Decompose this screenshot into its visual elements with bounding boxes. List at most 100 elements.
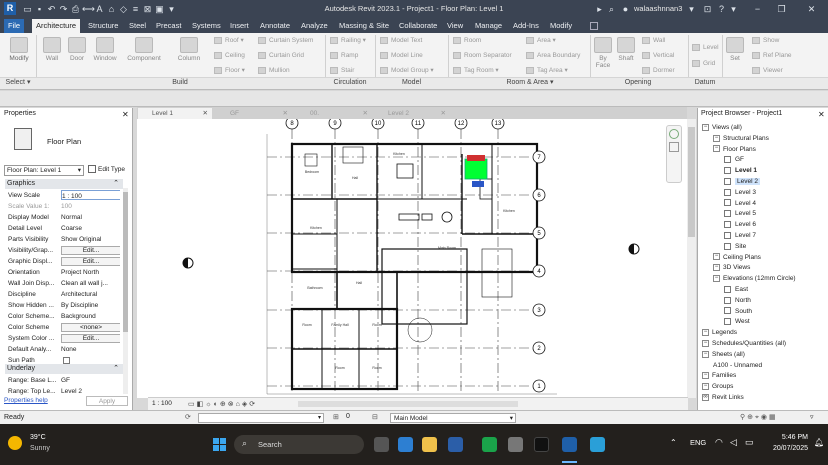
prop-value[interactable]: Edit...: [61, 246, 120, 255]
prop-value[interactable]: Edit...: [61, 334, 120, 343]
area-button[interactable]: Area ▾: [526, 36, 556, 46]
shaft-button[interactable]: Shaft: [615, 37, 637, 62]
prop-value[interactable]: 100: [61, 201, 120, 212]
browser-item[interactable]: − Views (all): [702, 122, 742, 133]
prop-value[interactable]: None: [61, 344, 120, 355]
language-indicator[interactable]: ENG: [690, 438, 706, 447]
search-expand-icon[interactable]: ▸: [594, 3, 605, 15]
prop-row[interactable]: View Scale 1 : 100: [5, 190, 120, 201]
browser-item[interactable]: − Schedules/Quantities (all): [702, 338, 786, 349]
prop-row[interactable]: Discipline Architectural: [5, 289, 120, 300]
browser-item[interactable]: Level 3: [724, 187, 756, 198]
clock-date[interactable]: 20/07/2025: [760, 445, 808, 452]
ceiling-button[interactable]: Ceiling: [214, 51, 245, 61]
browser-item[interactable]: East: [724, 284, 748, 295]
drawing-canvas[interactable]: Bedroom Hall Kitchen Kitchen Kitchen Mai…: [137, 119, 687, 398]
prop-value[interactable]: Normal: [61, 212, 120, 223]
model-group-button[interactable]: Model Group ▾: [380, 66, 434, 76]
view-tab-level-1[interactable]: Level 1 ✕: [138, 108, 212, 119]
prop-row[interactable]: Wall Join Disp... Clean all wall j...: [5, 278, 120, 289]
ramp-button[interactable]: Ramp: [330, 51, 358, 61]
tab-add-ins[interactable]: Add-Ins: [509, 19, 543, 33]
taskbar-search-box[interactable]: ⌕ Search: [234, 435, 364, 454]
prop-row[interactable]: Color Scheme... Background: [5, 311, 120, 322]
browser-icon[interactable]: [590, 437, 605, 452]
floor-button[interactable]: Floor ▾: [214, 66, 245, 76]
workset-dropdown[interactable]: ▾: [198, 413, 324, 423]
switch-windows-icon[interactable]: ▣: [154, 3, 165, 15]
view-control-icons[interactable]: ▭◧☼◐⊕⊗⌂◈⟳: [188, 400, 257, 408]
railing-button[interactable]: Railing ▾: [330, 36, 366, 46]
tab-structure[interactable]: Structure: [84, 19, 122, 33]
browser-item[interactable]: ∞ Revit Links: [702, 392, 744, 403]
view-tab-gf[interactable]: GF ✕: [216, 108, 292, 119]
show-workplane-button[interactable]: Show: [752, 36, 779, 46]
revit-logo-icon[interactable]: R: [4, 2, 16, 15]
zoom-icon[interactable]: [669, 142, 679, 152]
help-dropdown-icon[interactable]: ▾: [728, 3, 739, 15]
prop-value[interactable]: Architectural: [61, 289, 120, 300]
prop-value[interactable]: <none>: [61, 323, 120, 332]
worksets-icon[interactable]: ⊞: [333, 413, 339, 421]
tag-icon[interactable]: A: [94, 3, 105, 15]
model-line-button[interactable]: Model Line: [380, 51, 423, 61]
prop-row[interactable]: Show Hidden ... By Discipline: [5, 300, 120, 311]
tab-massing-site[interactable]: Massing & Site: [335, 19, 393, 33]
tray-expand-icon[interactable]: ⌃: [670, 438, 677, 447]
prop-value[interactable]: Coarse: [61, 223, 120, 234]
tab-file[interactable]: File: [4, 19, 25, 33]
measure-icon[interactable]: ⟷: [82, 3, 95, 15]
redo-icon[interactable]: ↷: [58, 3, 69, 15]
prop-value[interactable]: Edit...: [61, 257, 120, 266]
tab-view[interactable]: View: [443, 19, 467, 33]
selection-filter-icons[interactable]: ⚲⊕⌖◉▦: [740, 413, 778, 422]
prop-row[interactable]: Scale Value 1: 100: [5, 201, 120, 212]
open-icon[interactable]: ▭: [22, 3, 33, 15]
tiktok-icon[interactable]: [534, 437, 549, 452]
tab-annotate[interactable]: Annotate: [256, 19, 294, 33]
door-button[interactable]: Door: [65, 37, 89, 62]
clock-time[interactable]: 5:46 PM: [760, 434, 808, 441]
user-icon[interactable]: ●: [620, 3, 631, 15]
tab-precast[interactable]: Precast: [152, 19, 185, 33]
view-tab-level-2[interactable]: Level 2 ✕: [374, 108, 450, 119]
browser-item[interactable]: South: [724, 306, 752, 317]
user-name[interactable]: walaashnnan3: [634, 4, 682, 13]
wall-button[interactable]: Wall: [40, 37, 64, 62]
dormer-button[interactable]: Dormer: [642, 66, 675, 76]
steering-wheel-icon[interactable]: [669, 129, 679, 139]
windows-start-icon[interactable]: [213, 438, 227, 452]
room-separator-button[interactable]: Room Separator: [453, 51, 512, 61]
weather-sun-icon[interactable]: [8, 436, 22, 450]
properties-help-link[interactable]: Properties help: [4, 397, 48, 404]
browser-item[interactable]: − Structural Plans: [713, 133, 769, 144]
edge-browser-icon[interactable]: [398, 437, 413, 452]
cart-icon[interactable]: ⊡: [702, 3, 713, 15]
prop-value[interactable]: Project North: [61, 267, 120, 278]
editing-requests-icon[interactable]: ⟳: [185, 413, 191, 421]
select-panel[interactable]: Select ▾: [4, 77, 32, 88]
tab-architecture[interactable]: Architecture: [32, 19, 81, 33]
save-icon[interactable]: ▪: [34, 3, 45, 15]
column-button[interactable]: Column: [175, 37, 203, 62]
prop-row[interactable]: Detail Level Coarse: [5, 223, 120, 234]
tab-insert[interactable]: Insert: [226, 19, 253, 33]
wall-opening-button[interactable]: Wall: [642, 36, 665, 46]
browser-item[interactable]: −3D Views: [713, 262, 750, 273]
search-icon[interactable]: ⌕: [606, 3, 617, 15]
browser-item[interactable]: Level 5: [724, 208, 756, 219]
area-boundary-button[interactable]: Area Boundary: [526, 51, 580, 61]
graphics-section[interactable]: Graphics ⌃: [5, 179, 123, 189]
volume-icon[interactable]: ◁: [730, 437, 737, 448]
level-button[interactable]: Level: [692, 43, 719, 53]
prop-value[interactable]: Show Original: [61, 234, 120, 245]
viewer-button[interactable]: Viewer: [752, 66, 783, 76]
tag-area-button[interactable]: Tag Area ▾: [526, 66, 568, 76]
browser-item[interactable]: GF: [724, 154, 744, 165]
prop-row[interactable]: Orientation Project North: [5, 267, 120, 278]
apply-button[interactable]: Apply: [86, 396, 128, 406]
window-button[interactable]: Window: [90, 37, 120, 62]
prop-row[interactable]: Color Scheme <none>: [5, 322, 120, 333]
browser-item[interactable]: Site: [724, 241, 746, 252]
prop-row[interactable]: Visibility/Grap... Edit...: [5, 245, 120, 256]
